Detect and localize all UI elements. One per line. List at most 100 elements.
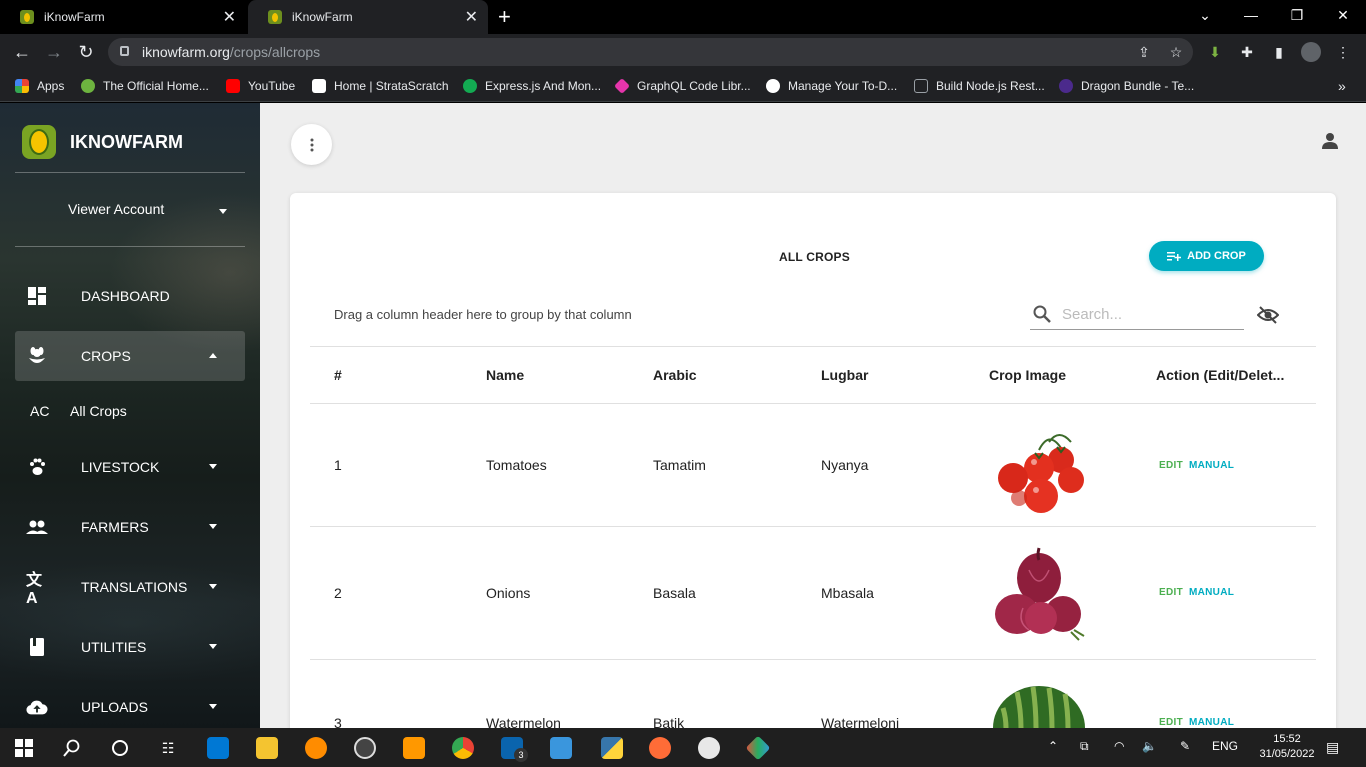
sidebar-item-livestock[interactable]: LIVESTOCK — [15, 442, 245, 492]
edit-link[interactable]: EDIT — [1159, 587, 1183, 598]
extensions-icon[interactable]: ✚ — [1237, 42, 1257, 62]
bookmark-todo[interactable]: Manage Your To-D... — [766, 77, 897, 95]
table-row: 1 Tomatoes Tamatim Nyanya EDIT MANUAL — [310, 404, 1316, 527]
search-icon[interactable] — [60, 736, 84, 760]
reload-icon[interactable]: ↻ — [74, 40, 98, 64]
cell-lugbar: Nyanya — [821, 457, 869, 473]
sidebar-item-crops[interactable]: CROPS — [15, 331, 245, 381]
tab-title: iKnowFarm — [292, 10, 353, 24]
notifications-icon[interactable]: ▤ — [1326, 739, 1339, 756]
taskbar-badge: 3 — [514, 748, 528, 762]
tray-overflow-icon[interactable]: ⌃ — [1048, 739, 1058, 753]
user-account-icon[interactable] — [1320, 131, 1340, 151]
sidebar-subitem-all-crops[interactable]: AC All Crops — [15, 403, 245, 423]
paint-icon[interactable] — [697, 736, 721, 760]
side-panel-icon[interactable]: ▮ — [1269, 42, 1289, 62]
column-header-action[interactable]: Action (Edit/Delet... — [1156, 367, 1284, 383]
brand[interactable]: IKNOWFARM — [22, 125, 183, 159]
obs-icon[interactable] — [353, 736, 377, 760]
main-content: ALL CROPS ADD CROP Drag a column header … — [260, 103, 1366, 728]
share-icon[interactable]: ⇪ — [1134, 42, 1154, 62]
manual-link[interactable]: MANUAL — [1189, 717, 1234, 728]
clock[interactable]: 15:52 31/05/2022 — [1258, 732, 1316, 762]
search-input[interactable] — [1062, 304, 1237, 324]
chevron-down-icon — [219, 209, 227, 214]
add-crop-button[interactable]: ADD CROP — [1149, 241, 1264, 271]
git-kraken-icon[interactable] — [745, 735, 771, 761]
column-header-number[interactable]: # — [334, 367, 342, 383]
windows-taskbar: ☷ 3 ⌃ ⧉ ◠ 🔈 ✎ ENG 15:52 31/05/2022 ▤ — [0, 728, 1366, 767]
column-header-name[interactable]: Name — [486, 367, 524, 383]
profile-avatar[interactable] — [1301, 42, 1321, 62]
subitem-label: All Crops — [70, 403, 127, 419]
download-extension-icon[interactable]: ⬇ — [1205, 42, 1225, 62]
browser-tab-2[interactable]: iKnowFarm ✕ — [248, 0, 488, 34]
chevron-down-icon — [209, 464, 217, 469]
pen-icon[interactable]: ✎ — [1180, 739, 1190, 753]
bookmark-nodejs[interactable]: Build Node.js Rest... — [914, 77, 1045, 95]
wifi-icon[interactable]: ◠ — [1114, 739, 1124, 753]
chrome-menu-icon[interactable]: ⋮ — [1333, 42, 1353, 62]
windows-start-icon[interactable] — [12, 736, 36, 760]
manual-link[interactable]: MANUAL — [1189, 587, 1234, 598]
task-view-icon[interactable]: ☷ — [156, 736, 180, 760]
maximize-icon[interactable]: ❐ — [1274, 0, 1320, 30]
tray-app-icon[interactable]: ⧉ — [1080, 739, 1089, 754]
new-tab-icon[interactable]: + — [498, 4, 511, 30]
crop-image-tomatoes — [989, 420, 1089, 520]
media-player-icon[interactable] — [549, 736, 573, 760]
postman-icon[interactable] — [648, 736, 672, 760]
crops-icon — [26, 345, 48, 367]
outlook-icon[interactable]: 3 — [500, 736, 528, 762]
bookmark-youtube[interactable]: YouTube — [226, 77, 295, 95]
url-text: iknowfarm.org/crops/allcrops — [142, 44, 321, 60]
bookmarks-overflow-icon[interactable]: » — [1338, 77, 1346, 95]
column-header-lugbar[interactable]: Lugbar — [821, 367, 868, 383]
mongodb-leaf-icon — [463, 79, 477, 93]
cortana-icon[interactable] — [108, 736, 132, 760]
bookmark-star-icon[interactable]: ☆ — [1166, 42, 1186, 62]
manual-link[interactable]: MANUAL — [1189, 460, 1234, 471]
address-bar[interactable]: iknowfarm.org/crops/allcrops ⇪ ☆ — [108, 38, 1193, 66]
cloud-upload-icon — [26, 696, 48, 718]
bookmark-graphql[interactable]: GraphQL Code Libr... — [614, 77, 751, 95]
minimize-icon[interactable]: — — [1228, 0, 1274, 30]
visibility-off-icon[interactable] — [1256, 304, 1280, 326]
python-icon[interactable] — [600, 736, 624, 760]
tab-close-icon[interactable]: ✕ — [465, 7, 478, 27]
forward-icon[interactable]: → — [42, 40, 66, 64]
column-header-arabic[interactable]: Arabic — [653, 367, 697, 383]
sublime-icon[interactable] — [402, 736, 426, 760]
tab-close-icon[interactable]: ✕ — [223, 7, 236, 27]
input-language[interactable]: ENG — [1212, 739, 1238, 753]
bookmark-apps[interactable]: Apps — [15, 77, 64, 95]
sidebar-item-utilities[interactable]: UTILITIES — [15, 622, 245, 672]
window-close-icon[interactable]: ✕ — [1320, 0, 1366, 30]
sidebar-item-farmers[interactable]: FARMERS — [15, 502, 245, 552]
chrome-icon[interactable] — [451, 736, 475, 760]
people-icon — [26, 516, 48, 538]
file-explorer-icon[interactable] — [255, 736, 279, 760]
sidebar-item-dashboard[interactable]: DASHBOARD — [15, 271, 245, 321]
bookmark-spring[interactable]: The Official Home... — [81, 77, 209, 95]
bookmark-dragon[interactable]: Dragon Bundle - Te... — [1059, 77, 1194, 95]
sidebar-item-translations[interactable]: 文A TRANSLATIONS — [15, 562, 245, 612]
search-app-icon[interactable] — [304, 736, 328, 760]
more-vert-button[interactable] — [291, 124, 332, 165]
edit-link[interactable]: EDIT — [1159, 717, 1183, 728]
edit-link[interactable]: EDIT — [1159, 460, 1183, 471]
bookmark-express[interactable]: Express.js And Mon... — [463, 77, 601, 95]
vscode-icon[interactable] — [206, 736, 230, 760]
app-root: IKNOWFARM Viewer Account DASHBOARD CROPS… — [0, 103, 1366, 728]
sidebar-item-label: DASHBOARD — [81, 288, 170, 304]
browser-tab-1[interactable]: iKnowFarm ✕ — [0, 0, 246, 34]
volume-icon[interactable]: 🔈 — [1142, 739, 1157, 753]
back-icon[interactable]: ← — [10, 40, 34, 64]
sidebar-item-label: TRANSLATIONS — [81, 579, 188, 595]
column-header-crop-image[interactable]: Crop Image — [989, 367, 1066, 383]
sidebar-item-uploads[interactable]: UPLOADS — [15, 682, 245, 728]
tab-search-icon[interactable]: ⌄ — [1182, 0, 1228, 30]
sidebar-item-label: UTILITIES — [81, 639, 147, 655]
cell-name: Tomatoes — [486, 457, 547, 473]
bookmark-stratascratch[interactable]: Home | StrataScratch — [312, 77, 449, 95]
